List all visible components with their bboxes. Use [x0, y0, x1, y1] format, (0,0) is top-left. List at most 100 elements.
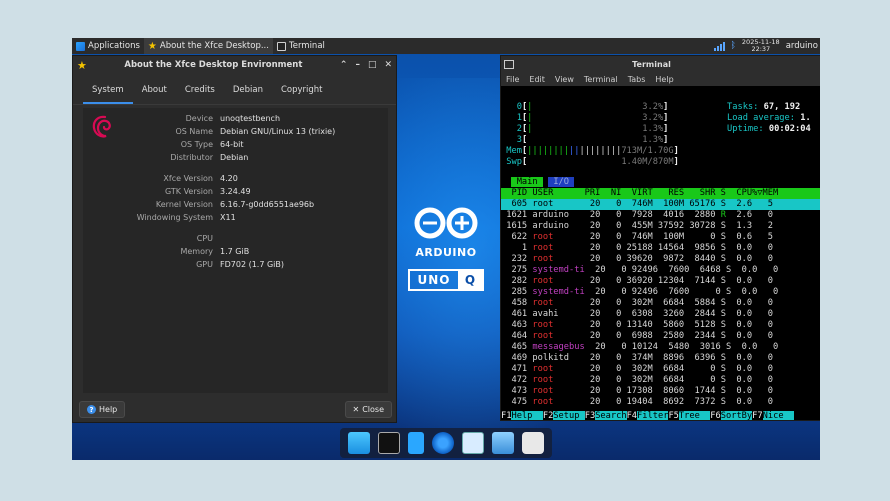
process-shr: 0: [689, 287, 721, 297]
process-res: 7600: [657, 265, 690, 275]
process-row[interactable]: 472 root 20 0 302M 6684 0 S 0.0 0: [501, 375, 820, 386]
info-row-cpu: CPU: [196, 234, 213, 243]
terminal-titlebar[interactable]: Terminal: [501, 56, 820, 72]
process-row[interactable]: 465 messagebus 20 0 10124 5480 3016 S 0.…: [501, 342, 820, 353]
maximize-icon[interactable]: □: [368, 60, 377, 70]
htop-tab-main[interactable]: Main: [511, 177, 543, 187]
process-user: root: [532, 298, 580, 308]
fkey-setup[interactable]: F2: [543, 411, 553, 420]
taskbar-about-button[interactable]: ★ About the Xfce Desktop...: [143, 38, 273, 54]
process-row[interactable]: 1615 arduino 20 0 455M 37592 30728 S 1.3…: [501, 221, 820, 232]
dock-terminal-icon[interactable]: [378, 432, 400, 454]
arduino-infinity-icon: [414, 207, 478, 239]
process-row[interactable]: 1621 arduino 20 0 7928 4016 2880 R 2.6 0: [501, 210, 820, 221]
process-user: messagebus: [532, 342, 585, 352]
fkey-label[interactable]: Nice: [762, 411, 795, 420]
network-signal-icon[interactable]: [713, 41, 725, 51]
fkey-tree[interactable]: F5: [668, 411, 678, 420]
help-icon: ?: [87, 405, 96, 414]
taskbar-terminal-button[interactable]: Terminal: [273, 38, 329, 54]
fkey-search[interactable]: F3: [585, 411, 595, 420]
fkey-label[interactable]: SortBy: [720, 411, 753, 420]
roll-up-icon[interactable]: ⌃: [340, 60, 348, 70]
fkey-sortby[interactable]: F6: [710, 411, 720, 420]
process-res: 14564: [652, 243, 685, 253]
menu-view[interactable]: View: [555, 75, 574, 84]
menu-tabs[interactable]: Tabs: [628, 75, 646, 84]
process-row[interactable]: 285 systemd-ti 20 0 92496 7600 0 S 0.0 0: [501, 287, 820, 298]
fkey-nice[interactable]: F7: [752, 411, 762, 420]
taskbar-about-label: About the Xfce Desktop...: [159, 41, 269, 51]
about-titlebar[interactable]: ★ About the Xfce Desktop Environment ⌃ –…: [73, 56, 396, 74]
help-button[interactable]: ? Help: [79, 401, 126, 418]
process-row[interactable]: 475 root 20 0 19404 8692 7372 S 0.0 0: [501, 397, 820, 408]
close-button[interactable]: ✕ Close: [344, 401, 392, 418]
desktop-screen: Applications ★ About the Xfce Desktop...…: [72, 38, 820, 460]
minimize-icon[interactable]: –: [355, 60, 360, 70]
process-user: avahi: [532, 309, 580, 319]
process-pri: 20: [579, 298, 601, 308]
process-row[interactable]: 473 root 20 0 17308 8060 1744 S 0.0 0: [501, 386, 820, 397]
process-mem: 0: [757, 342, 779, 352]
process-row[interactable]: 605 root 20 0 746M 100M 65176 S 2.6 5: [501, 199, 820, 210]
fkey-help[interactable]: F1: [501, 411, 511, 420]
close-icon[interactable]: ✕: [384, 60, 392, 70]
process-row[interactable]: 1 root 20 0 25188 14564 9856 S 0.0 0: [501, 243, 820, 254]
dock-app-finder-icon[interactable]: [462, 432, 484, 454]
process-virt: 746M: [621, 199, 653, 209]
process-row[interactable]: 232 root 20 0 39620 9872 8440 S 0.0 0: [501, 254, 820, 265]
process-pid: 461: [501, 309, 528, 319]
bluetooth-icon[interactable]: ᛒ: [731, 41, 736, 51]
process-row[interactable]: 622 root 20 0 746M 100M 0 S 0.6 5: [501, 232, 820, 243]
fkey-label[interactable]: Help: [511, 411, 543, 420]
dock-web-browser-icon[interactable]: [432, 432, 454, 454]
about-footer: ? Help ✕ Close: [79, 401, 392, 418]
process-shr: 7372: [684, 397, 716, 407]
process-virt: 39620: [621, 254, 653, 264]
menu-help[interactable]: Help: [655, 75, 673, 84]
process-row[interactable]: 469 polkitd 20 0 374M 8896 6396 S 0.0 0: [501, 353, 820, 364]
process-row[interactable]: 464 root 20 0 6988 2580 2344 S 0.0 0: [501, 331, 820, 342]
process-shr: 2344: [684, 331, 716, 341]
process-virt: 92496: [626, 265, 658, 275]
htop-tab-io[interactable]: I/O: [548, 177, 575, 187]
process-row[interactable]: 471 root 20 0 302M 6684 0 S 0.0 0: [501, 364, 820, 375]
process-row[interactable]: 461 avahi 20 0 6308 3260 2844 S 0.0 0: [501, 309, 820, 320]
dock-show-desktop-icon[interactable]: [348, 432, 370, 454]
clock[interactable]: 2025-11-18 22:37: [742, 39, 780, 53]
process-table-header[interactable]: PID USER PRI NI VIRT RES SHR S CPU%▽MEM: [501, 188, 820, 199]
htop-output[interactable]: 0[| 3.2%] 1[| 3.2%] 2[| 1.3%] 3[ 1.3%] T…: [501, 87, 820, 420]
fkey-label[interactable]: Filter: [637, 411, 669, 420]
process-user: root: [532, 232, 580, 242]
applications-menu-button[interactable]: Applications: [72, 38, 144, 54]
menu-terminal[interactable]: Terminal: [584, 75, 618, 84]
dock-file-manager-icon[interactable]: [492, 432, 514, 454]
menu-file[interactable]: File: [506, 75, 519, 84]
process-ni: 0: [600, 320, 622, 330]
process-pid: 285: [501, 287, 528, 297]
tab-debian[interactable]: Debian: [224, 80, 272, 104]
close-button-label: Close: [362, 405, 384, 414]
process-mem: 2: [752, 221, 774, 231]
process-pri: 20: [579, 386, 601, 396]
process-user: systemd-ti: [532, 265, 585, 275]
menu-edit[interactable]: Edit: [529, 75, 545, 84]
applications-icon: [76, 41, 85, 51]
fkey-label[interactable]: Search: [595, 411, 627, 420]
process-virt: 25188: [621, 243, 653, 253]
tab-credits[interactable]: Credits: [176, 80, 224, 104]
fkey-label[interactable]: Setup: [553, 411, 585, 420]
process-row[interactable]: 458 root 20 0 302M 6684 5884 S 0.0 0: [501, 298, 820, 309]
fkey-label[interactable]: Tree: [678, 411, 711, 420]
process-row[interactable]: 463 root 20 0 13140 5860 5128 S 0.0 0: [501, 320, 820, 331]
process-mem: 0: [752, 353, 774, 363]
dock-text-editor-icon[interactable]: [408, 432, 424, 454]
tab-copyright[interactable]: Copyright: [272, 80, 332, 104]
process-row[interactable]: 282 root 20 0 36920 12304 7144 S 0.0 0: [501, 276, 820, 287]
tab-system[interactable]: System: [83, 80, 133, 104]
dock-arduino-app-icon[interactable]: [522, 432, 544, 454]
user-menu[interactable]: arduino: [786, 41, 818, 51]
tab-about[interactable]: About: [133, 80, 176, 104]
fkey-filter[interactable]: F4: [627, 411, 637, 420]
process-row[interactable]: 275 systemd-ti 20 0 92496 7600 6468 S 0.…: [501, 265, 820, 276]
